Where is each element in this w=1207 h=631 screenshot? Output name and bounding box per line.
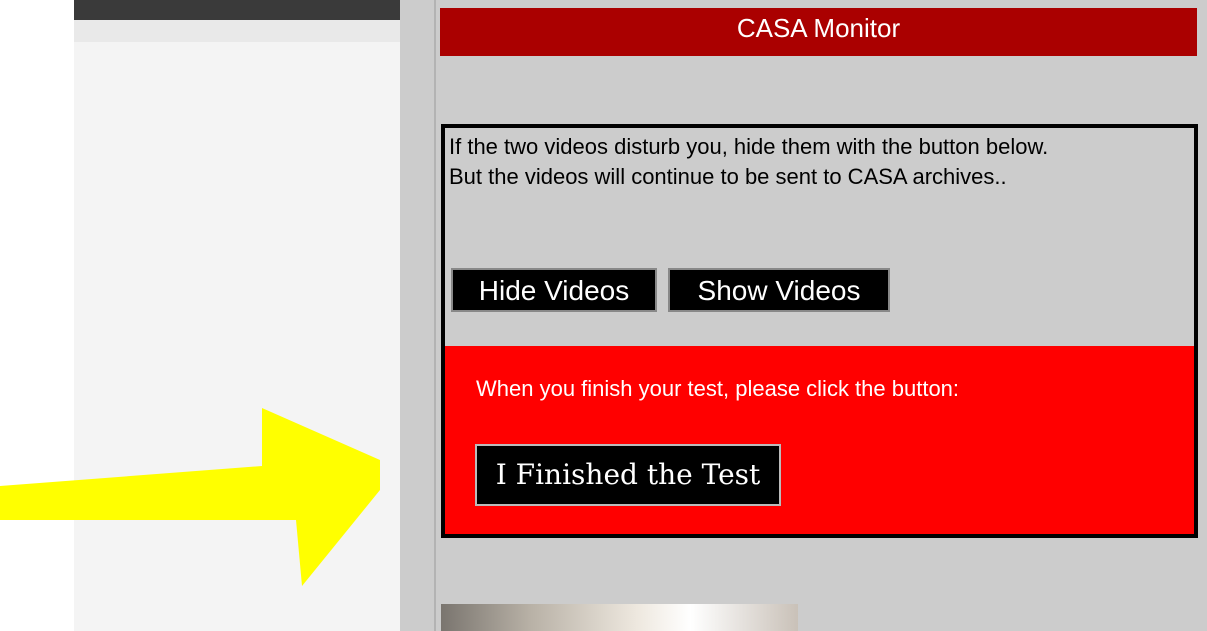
monitor-box: If the two videos disturb you, hide them… bbox=[441, 124, 1198, 538]
page-title: CASA Monitor bbox=[440, 8, 1197, 56]
finish-prompt: When you finish your test, please click … bbox=[476, 376, 960, 401]
left-top-bar bbox=[74, 0, 400, 20]
info-text: If the two videos disturb you, hide them… bbox=[449, 132, 1169, 192]
yellow-arrow-icon bbox=[0, 408, 380, 586]
hide-videos-button[interactable]: Hide Videos bbox=[451, 268, 657, 312]
finished-test-button[interactable]: I Finished the Test bbox=[475, 444, 781, 506]
video-thumbnail bbox=[441, 604, 798, 631]
show-videos-button[interactable]: Show Videos bbox=[668, 268, 890, 312]
divider bbox=[434, 0, 436, 631]
finish-panel: When you finish your test, please click … bbox=[445, 346, 1194, 534]
info-line-1: If the two videos disturb you, hide them… bbox=[449, 134, 1049, 159]
monitor-area: CASA Monitor If the two videos disturb y… bbox=[400, 0, 1207, 631]
left-sub-bar bbox=[74, 20, 400, 42]
info-line-2: But the videos will continue to be sent … bbox=[449, 164, 1007, 189]
